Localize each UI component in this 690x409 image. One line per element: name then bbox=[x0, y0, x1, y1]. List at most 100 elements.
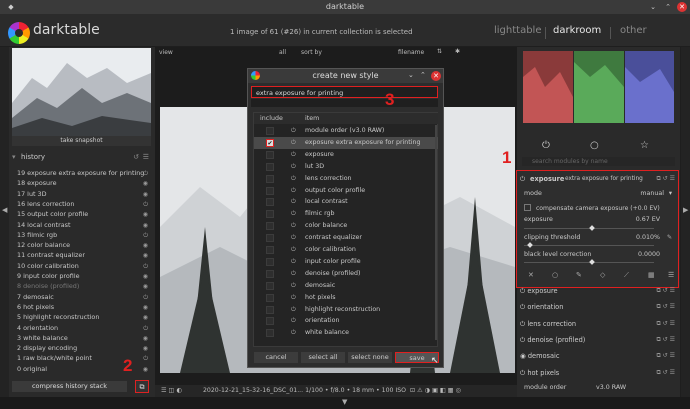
mode-dropdown-icon[interactable]: ▾ bbox=[669, 190, 672, 197]
module-row-icons[interactable]: ⧉ ↺ ☰ bbox=[656, 300, 675, 314]
history-header[interactable]: ▾ history ↺ ☰ bbox=[12, 153, 151, 164]
select-all-button[interactable]: select all bbox=[301, 352, 345, 363]
power-icon[interactable]: ⏻ bbox=[520, 173, 525, 185]
blend-parametric-icon[interactable]: ◇ bbox=[600, 271, 605, 279]
include-checkbox[interactable] bbox=[266, 198, 274, 207]
table-scrollbar[interactable] bbox=[435, 125, 437, 340]
module-row[interactable]: ⏻ orientation ⧉ ↺ ☰ bbox=[520, 300, 677, 314]
color-picker-icon[interactable]: ✎ bbox=[667, 234, 672, 241]
sort-filename[interactable]: filename bbox=[398, 49, 424, 56]
history-item[interactable]: 19 exposure extra exposure for printing ⏻ bbox=[17, 169, 148, 179]
module-order-value[interactable]: v3.0 RAW bbox=[596, 384, 626, 391]
style-item-row[interactable]: ⏻ white balance bbox=[254, 327, 438, 339]
style-item-row[interactable]: ⏻ input color profile bbox=[254, 256, 438, 268]
compress-history-button[interactable]: compress history stack bbox=[12, 381, 127, 392]
reset-icon[interactable]: ↺ bbox=[133, 153, 139, 161]
history-item[interactable]: 16 lens correction ⏻ bbox=[17, 200, 148, 210]
history-item[interactable]: 11 contrast equalizer ◉ bbox=[17, 251, 148, 261]
module-header-icons[interactable]: ⧉ ↺ ☰ bbox=[656, 173, 675, 185]
dialog-maximize-icon[interactable]: ⌃ bbox=[420, 71, 426, 79]
maximize-icon[interactable]: ⌃ bbox=[663, 2, 673, 12]
style-item-row[interactable]: ⏻ exposure bbox=[254, 149, 438, 161]
style-item-row[interactable]: ⏻ demosaic bbox=[254, 280, 438, 292]
clipping-slider-row[interactable]: clipping threshold 0.010% ✎ bbox=[524, 234, 674, 241]
blend-presets-icon[interactable]: ☰ bbox=[668, 271, 674, 279]
include-checkbox[interactable] bbox=[266, 317, 274, 326]
history-item[interactable]: 15 output color profile ◉ bbox=[17, 210, 148, 220]
style-item-row[interactable]: ⏻ highlight reconstruction bbox=[254, 304, 438, 316]
style-item-row[interactable]: ⏻ color balance bbox=[254, 220, 438, 232]
include-checkbox[interactable] bbox=[266, 222, 274, 231]
include-checkbox[interactable] bbox=[266, 293, 274, 302]
black-level-row[interactable]: black level correction 0.0000 bbox=[524, 251, 674, 258]
style-item-row[interactable]: ⏻ hot pixels bbox=[254, 292, 438, 304]
module-row-icons[interactable]: ⧉ ↺ ☰ bbox=[656, 284, 675, 298]
col-item[interactable]: item bbox=[305, 113, 319, 124]
collapse-bottom-icon[interactable]: ▼ bbox=[342, 398, 347, 406]
history-item[interactable]: 10 color calibration ⏻ bbox=[17, 262, 148, 272]
history-item[interactable]: 4 orientation ⏻ bbox=[17, 324, 148, 334]
history-item[interactable]: 3 white balance ◉ bbox=[17, 334, 148, 344]
include-checkbox[interactable] bbox=[266, 246, 274, 254]
style-item-row[interactable]: ⏻ orientation bbox=[254, 315, 438, 327]
module-row-icons[interactable]: ⧉ ↺ ☰ bbox=[656, 317, 675, 331]
module-row-icons[interactable]: ⧉ ↺ ☰ bbox=[656, 349, 675, 363]
col-include[interactable]: include bbox=[260, 113, 283, 124]
include-checkbox[interactable] bbox=[266, 162, 274, 171]
take-snapshot-button[interactable]: take snapshot bbox=[12, 136, 151, 146]
circle-group-icon[interactable]: ○ bbox=[590, 140, 599, 151]
blend-uniform-icon[interactable]: ○ bbox=[552, 271, 558, 279]
style-item-row[interactable]: ⏻ contrast equalizer bbox=[254, 232, 438, 244]
right-edge-toggle[interactable] bbox=[681, 47, 690, 397]
style-item-row[interactable]: ⏻ filmic rgb bbox=[254, 208, 438, 220]
include-checkbox[interactable] bbox=[266, 127, 274, 135]
blend-off-icon[interactable]: ✕ bbox=[528, 271, 534, 279]
include-checkbox[interactable] bbox=[266, 210, 274, 219]
minimize-icon[interactable]: ⌄ bbox=[648, 2, 658, 12]
create-style-icon[interactable]: ⧉ bbox=[135, 380, 149, 393]
star-group-icon[interactable]: ☆ bbox=[640, 140, 649, 151]
include-checkbox[interactable] bbox=[266, 281, 274, 290]
power-group-icon[interactable]: ⏻ bbox=[542, 140, 550, 151]
style-item-row[interactable]: ⏻ lut 3D bbox=[254, 161, 438, 173]
toolbar-icons-left[interactable]: ☰ ◫ ◐ bbox=[161, 385, 182, 397]
tab-lighttable[interactable]: lighttable bbox=[494, 25, 542, 36]
include-checkbox[interactable] bbox=[266, 150, 274, 159]
history-item[interactable]: 7 demosaic ⏻ bbox=[17, 293, 148, 303]
history-item[interactable]: 8 denoise (profiled) ◉ bbox=[17, 282, 148, 292]
mode-row[interactable]: mode manual ▾ bbox=[524, 190, 674, 197]
include-checkbox[interactable] bbox=[266, 186, 274, 195]
compensate-checkbox[interactable] bbox=[524, 204, 531, 211]
history-item[interactable]: 9 input color profile ◉ bbox=[17, 272, 148, 282]
history-item[interactable]: 13 filmic rgb ⏻ bbox=[17, 231, 148, 241]
presets-icon[interactable]: ☰ bbox=[143, 153, 149, 161]
module-order-row[interactable]: module order v3.0 RAW bbox=[524, 384, 674, 391]
preferences-icon[interactable]: ✱ bbox=[455, 48, 460, 55]
history-item[interactable]: 6 hot pixels ◉ bbox=[17, 303, 148, 313]
collapse-left-icon[interactable]: ◀ bbox=[2, 206, 7, 214]
sort-direction-icon[interactable]: ⇅ bbox=[437, 48, 442, 55]
style-item-row[interactable]: ⏻ denoise (profiled) bbox=[254, 268, 438, 280]
compensate-row[interactable]: compensate camera exposure (+0.0 EV) bbox=[524, 204, 674, 212]
toolbar-icons-right[interactable]: ⊡ ⚠ ◑ ▣ ◧ ▦ ◎ bbox=[410, 385, 461, 397]
module-row[interactable]: ◉ demosaic ⧉ ↺ ☰ bbox=[520, 349, 677, 363]
module-power-icon[interactable]: ◉ bbox=[520, 352, 528, 360]
blend-combined-icon[interactable]: ⟋ bbox=[624, 271, 629, 280]
include-checkbox[interactable] bbox=[266, 305, 274, 314]
include-checkbox[interactable] bbox=[266, 174, 274, 183]
window-menu-icon[interactable]: ◆ bbox=[6, 2, 16, 12]
module-search-input[interactable]: search modules by name bbox=[522, 157, 675, 166]
left-edge-toggle[interactable] bbox=[0, 47, 9, 397]
module-row[interactable]: ⏻ lens correction ⧉ ↺ ☰ bbox=[520, 317, 677, 331]
dialog-close-icon[interactable]: ✕ bbox=[431, 71, 441, 81]
select-none-button[interactable]: select none bbox=[348, 352, 392, 363]
style-item-row[interactable]: ⏻ output color profile bbox=[254, 185, 438, 197]
style-item-row[interactable]: ✔ ⏻ exposure extra exposure for printing bbox=[254, 136, 438, 149]
history-item[interactable]: 17 lut 3D ◉ bbox=[17, 190, 148, 200]
module-row-icons[interactable]: ⧉ ↺ ☰ bbox=[656, 366, 675, 380]
history-item[interactable]: 12 color balance ◉ bbox=[17, 241, 148, 251]
tab-darkroom[interactable]: darkroom bbox=[553, 25, 601, 36]
history-item[interactable]: 14 local contrast ◉ bbox=[17, 221, 148, 231]
module-row[interactable]: ⏻ exposure ⧉ ↺ ☰ bbox=[520, 284, 677, 298]
module-row-icons[interactable]: ⧉ ↺ ☰ bbox=[656, 333, 675, 347]
